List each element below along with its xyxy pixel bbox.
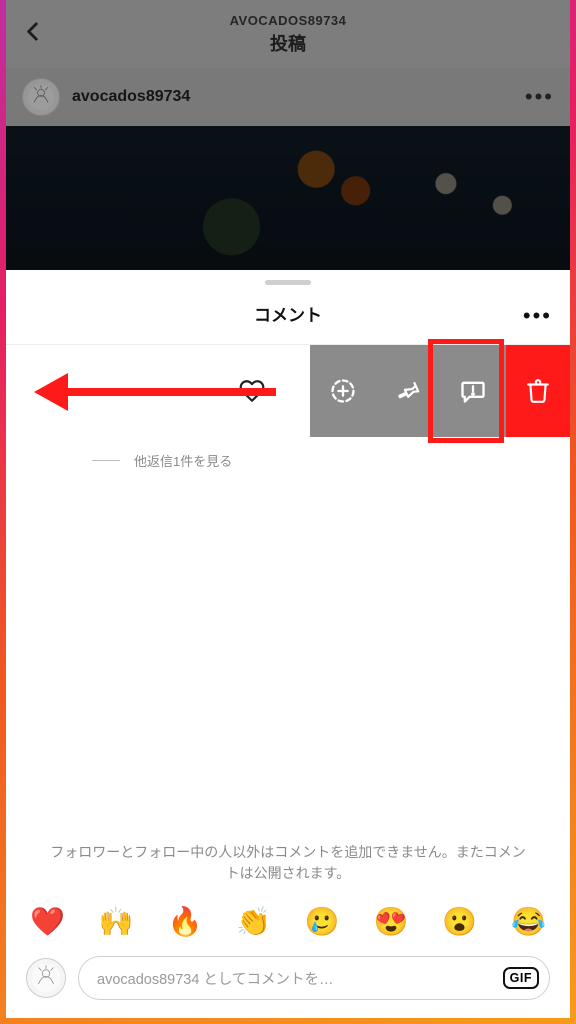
- message-alert-icon: [459, 377, 487, 405]
- pin-button[interactable]: [378, 345, 438, 437]
- comment-restriction-notice: フォロワーとフォロー中の人以外はコメントを追加できません。またコメントは公開され…: [6, 842, 570, 899]
- replies-dash: [92, 460, 120, 461]
- view-replies-label: 他返信1件を見る: [134, 451, 232, 470]
- post-image: [6, 126, 570, 270]
- back-button[interactable]: [20, 19, 46, 50]
- view-replies-link[interactable]: 他返信1件を見る: [6, 437, 570, 470]
- restrict-button[interactable]: [313, 345, 373, 437]
- avatar-icon: [31, 963, 61, 993]
- author-username[interactable]: avocados89734: [72, 88, 190, 106]
- swipe-actions: [310, 345, 570, 437]
- comments-sheet: コメント •••: [6, 270, 570, 1018]
- pin-icon: [395, 378, 421, 404]
- trash-icon: [525, 378, 551, 404]
- comment-row-swiped[interactable]: [6, 345, 570, 437]
- emoji-joy[interactable]: 😂: [511, 905, 546, 938]
- emoji-fire[interactable]: 🔥: [167, 905, 202, 938]
- emoji-raised-hands[interactable]: 🙌: [99, 905, 134, 938]
- input-avatar[interactable]: [26, 958, 66, 998]
- emoji-clap[interactable]: 👏: [236, 905, 271, 938]
- avatar-icon: [27, 83, 55, 111]
- emoji-heart-eyes[interactable]: 😍: [374, 905, 409, 938]
- header-account: AVOCADOS89734: [230, 13, 347, 28]
- plus-circle-dashed-icon: [329, 377, 357, 405]
- like-comment-button[interactable]: [228, 345, 276, 437]
- post-author-bar: avocados89734 •••: [6, 68, 570, 126]
- heart-icon: [239, 378, 265, 404]
- gif-button[interactable]: GIF: [503, 967, 539, 989]
- header-title: 投稿: [230, 30, 347, 56]
- sheet-title: コメント: [6, 301, 570, 326]
- comment-input[interactable]: avocados89734 としてコメントを… GIF: [78, 956, 550, 1000]
- post-more-button[interactable]: •••: [525, 84, 554, 110]
- sheet-more-button[interactable]: •••: [523, 303, 552, 329]
- comment-input-placeholder: avocados89734 としてコメントを…: [97, 968, 503, 989]
- delete-button[interactable]: [506, 345, 570, 437]
- comment-input-row: avocados89734 としてコメントを… GIF: [6, 952, 570, 1018]
- emoji-heart[interactable]: ❤️: [30, 905, 65, 938]
- chevron-left-icon: [20, 19, 46, 45]
- emoji-teary-smile[interactable]: 🥲: [305, 905, 340, 938]
- sheet-header: コメント •••: [6, 291, 570, 345]
- sheet-grabber[interactable]: [265, 280, 311, 285]
- swipe-gray-group: [310, 345, 506, 437]
- author-avatar[interactable]: [22, 78, 60, 116]
- emoji-open-mouth[interactable]: 😮: [442, 905, 477, 938]
- emoji-quick-row: ❤️ 🙌 🔥 👏 🥲 😍 😮 😂: [6, 899, 570, 952]
- top-nav-bar: AVOCADOS89734 投稿: [6, 0, 570, 68]
- report-button[interactable]: [443, 345, 503, 437]
